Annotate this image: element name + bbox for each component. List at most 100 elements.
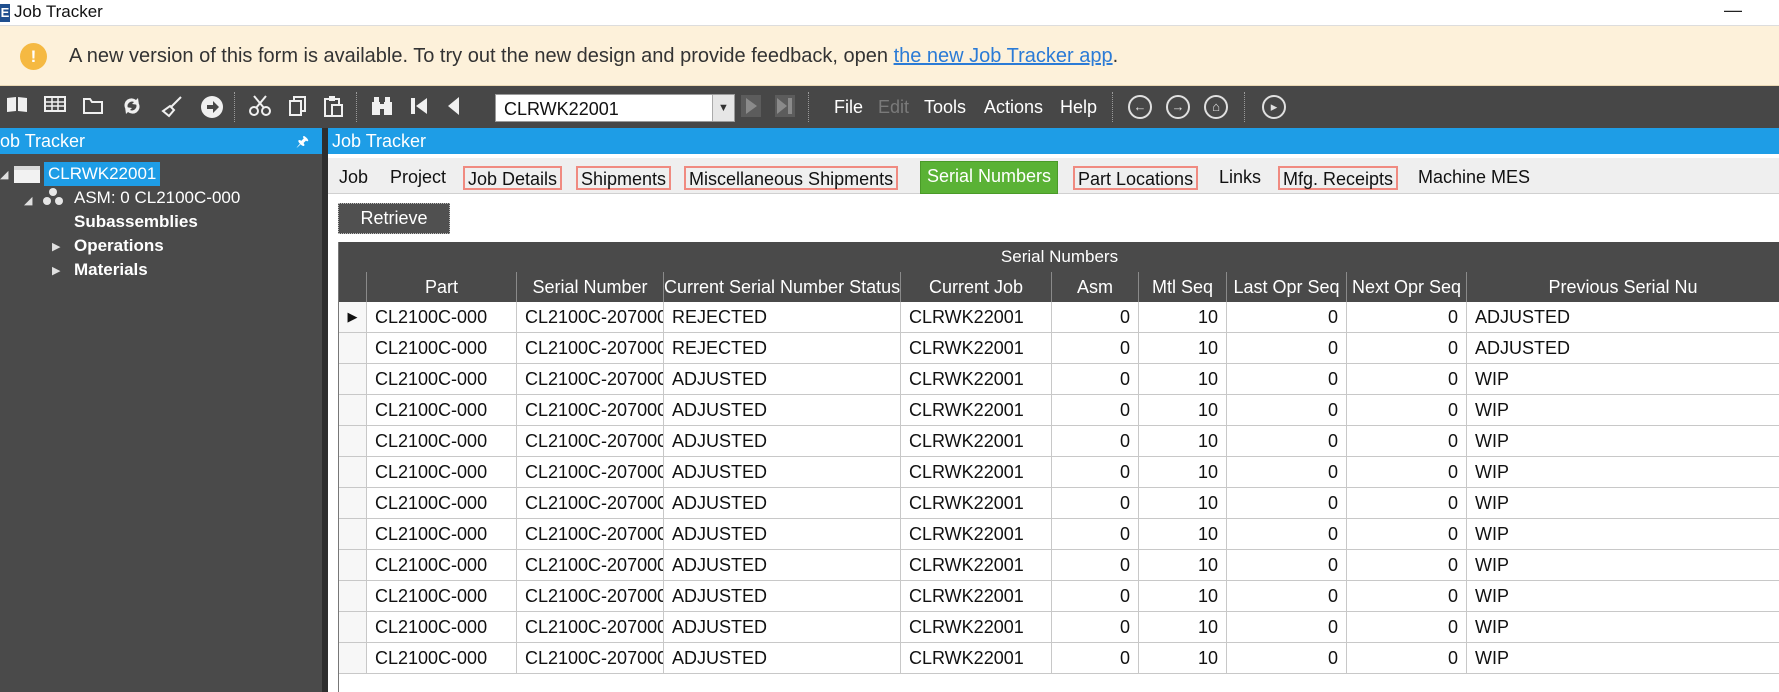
next-record-icon[interactable]	[738, 94, 764, 120]
cell-mtl-seq[interactable]: 10	[1139, 333, 1227, 364]
cell-status[interactable]: REJECTED	[664, 302, 901, 333]
tab-links[interactable]: Links	[1216, 166, 1264, 190]
last-record-icon[interactable]	[772, 94, 798, 120]
cell-mtl-seq[interactable]: 10	[1139, 457, 1227, 488]
cell-serial-number[interactable]: CL2100C-2070003	[517, 612, 664, 643]
grid-view-icon[interactable]	[42, 94, 68, 120]
cell-mtl-seq[interactable]: 10	[1139, 426, 1227, 457]
cell-next-opr-seq[interactable]: 0	[1347, 488, 1467, 519]
clear-broom-icon[interactable]	[158, 94, 186, 120]
cell-asm[interactable]: 0	[1052, 643, 1139, 674]
expand-icon[interactable]: ▶	[52, 240, 60, 253]
menu-file[interactable]: File	[834, 97, 863, 118]
cell-serial-number[interactable]: CL2100C-2070002	[517, 333, 664, 364]
cell-last-opr-seq[interactable]: 0	[1227, 333, 1347, 364]
cell-serial-number[interactable]: CL2100C-2070002	[517, 364, 664, 395]
cell-last-opr-seq[interactable]: 0	[1227, 488, 1347, 519]
column-header-status[interactable]: Current Serial Number Status	[664, 272, 901, 302]
home-icon[interactable]: ⌂	[1204, 95, 1228, 119]
cell-current-job[interactable]: CLRWK22001	[901, 643, 1052, 674]
cell-current-job[interactable]: CLRWK22001	[901, 550, 1052, 581]
cell-mtl-seq[interactable]: 10	[1139, 364, 1227, 395]
cell-current-job[interactable]: CLRWK22001	[901, 302, 1052, 333]
cell-asm[interactable]: 0	[1052, 364, 1139, 395]
cell-status[interactable]: ADJUSTED	[664, 519, 901, 550]
cell-asm[interactable]: 0	[1052, 488, 1139, 519]
cell-serial-number[interactable]: CL2100C-2070003	[517, 550, 664, 581]
tab-part-locations[interactable]: Part Locations	[1073, 166, 1199, 190]
row-selector[interactable]	[339, 488, 367, 519]
cell-previous-status[interactable]: ADJUSTED	[1467, 302, 1779, 333]
cell-next-opr-seq[interactable]: 0	[1347, 302, 1467, 333]
cell-current-job[interactable]: CLRWK22001	[901, 519, 1052, 550]
column-header-part[interactable]: Part	[367, 272, 517, 302]
cell-last-opr-seq[interactable]: 0	[1227, 395, 1347, 426]
cell-previous-status[interactable]: WIP	[1467, 426, 1779, 457]
retrieve-button[interactable]: Retrieve	[338, 203, 450, 234]
cell-current-job[interactable]: CLRWK22001	[901, 581, 1052, 612]
new-app-link[interactable]: the new Job Tracker app	[894, 45, 1113, 67]
cell-previous-status[interactable]: WIP	[1467, 519, 1779, 550]
refresh-icon[interactable]	[118, 94, 146, 120]
tab-shipments[interactable]: Shipments	[576, 166, 672, 190]
cell-serial-number[interactable]: CL2100C-2070002	[517, 302, 664, 333]
tab-mfg-receipts[interactable]: Mfg. Receipts	[1278, 166, 1399, 190]
cell-status[interactable]: ADJUSTED	[664, 643, 901, 674]
cell-part[interactable]: CL2100C-000	[367, 457, 517, 488]
cell-current-job[interactable]: CLRWK22001	[901, 364, 1052, 395]
cell-asm[interactable]: 0	[1052, 395, 1139, 426]
minimize-button[interactable]: —	[1712, 0, 1754, 26]
cell-previous-status[interactable]: ADJUSTED	[1467, 333, 1779, 364]
tab-miscellaneous-shipments[interactable]: Miscellaneous Shipments	[684, 166, 899, 190]
cell-asm[interactable]: 0	[1052, 550, 1139, 581]
cell-serial-number[interactable]: CL2100C-2070002	[517, 457, 664, 488]
cell-next-opr-seq[interactable]: 0	[1347, 457, 1467, 488]
row-selector[interactable]	[339, 364, 367, 395]
copy-icon[interactable]	[284, 94, 310, 120]
cell-next-opr-seq[interactable]: 0	[1347, 643, 1467, 674]
cell-part[interactable]: CL2100C-000	[367, 643, 517, 674]
book-icon[interactable]	[4, 94, 30, 120]
cell-previous-status[interactable]: WIP	[1467, 550, 1779, 581]
cell-last-opr-seq[interactable]: 0	[1227, 519, 1347, 550]
cell-next-opr-seq[interactable]: 0	[1347, 581, 1467, 612]
cell-current-job[interactable]: CLRWK22001	[901, 333, 1052, 364]
cell-next-opr-seq[interactable]: 0	[1347, 519, 1467, 550]
cell-previous-status[interactable]: WIP	[1467, 364, 1779, 395]
cell-part[interactable]: CL2100C-000	[367, 612, 517, 643]
cell-status[interactable]: ADJUSTED	[664, 457, 901, 488]
cell-part[interactable]: CL2100C-000	[367, 550, 517, 581]
cell-next-opr-seq[interactable]: 0	[1347, 333, 1467, 364]
cell-previous-status[interactable]: WIP	[1467, 457, 1779, 488]
cell-part[interactable]: CL2100C-000	[367, 364, 517, 395]
expand-icon[interactable]: ▶	[52, 264, 60, 277]
tab-job-details[interactable]: Job Details	[463, 166, 563, 190]
cell-asm[interactable]: 0	[1052, 519, 1139, 550]
cell-current-job[interactable]: CLRWK22001	[901, 395, 1052, 426]
cell-status[interactable]: ADJUSTED	[664, 612, 901, 643]
job-number-combo[interactable]: CLRWK22001 ▼	[495, 94, 735, 122]
column-header-serial-number[interactable]: Serial Number	[517, 272, 664, 302]
cell-mtl-seq[interactable]: 10	[1139, 643, 1227, 674]
cell-asm[interactable]: 0	[1052, 581, 1139, 612]
cell-current-job[interactable]: CLRWK22001	[901, 488, 1052, 519]
row-selector[interactable]	[339, 426, 367, 457]
tab-serial-numbers[interactable]: Serial Numbers	[920, 161, 1059, 194]
cell-next-opr-seq[interactable]: 0	[1347, 612, 1467, 643]
cell-last-opr-seq[interactable]: 0	[1227, 364, 1347, 395]
cell-serial-number[interactable]: CL2100C-2070002	[517, 426, 664, 457]
forward-icon[interactable]: →	[1166, 95, 1190, 119]
first-record-icon[interactable]	[406, 94, 432, 120]
cell-mtl-seq[interactable]: 10	[1139, 550, 1227, 581]
cell-previous-status[interactable]: WIP	[1467, 488, 1779, 519]
cell-last-opr-seq[interactable]: 0	[1227, 457, 1347, 488]
cell-mtl-seq[interactable]: 10	[1139, 302, 1227, 333]
menu-help[interactable]: Help	[1060, 97, 1097, 118]
cell-serial-number[interactable]: CL2100C-2070003	[517, 581, 664, 612]
row-selector[interactable]	[339, 550, 367, 581]
row-selector[interactable]	[339, 643, 367, 674]
cell-asm[interactable]: 0	[1052, 426, 1139, 457]
cell-part[interactable]: CL2100C-000	[367, 395, 517, 426]
tree-node-assembly[interactable]: ASM: 0 CL2100C-000	[74, 188, 240, 208]
paste-icon[interactable]	[320, 94, 346, 120]
